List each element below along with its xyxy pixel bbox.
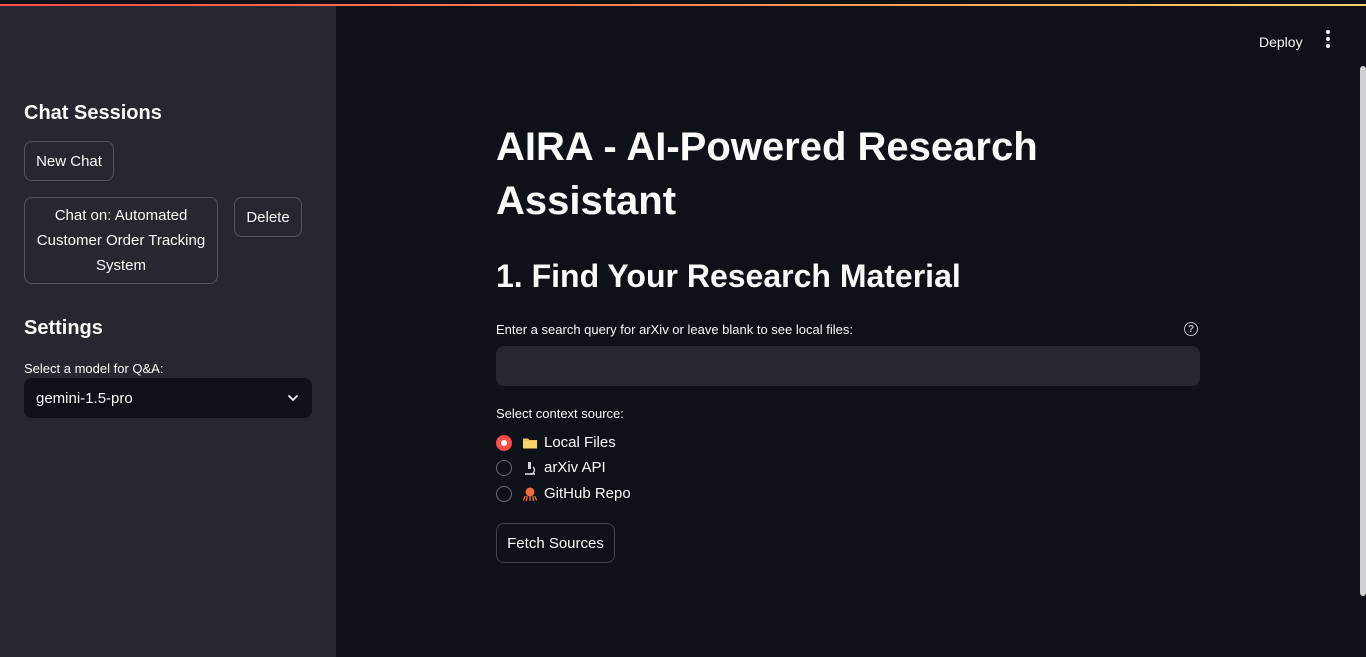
fetch-sources-button[interactable]: Fetch Sources [496, 523, 615, 563]
model-select[interactable]: gemini-1.5-pro [24, 378, 312, 418]
radio-button[interactable] [496, 485, 512, 502]
help-icon[interactable]: ? [1184, 322, 1198, 336]
radio-github-repo[interactable]: GitHub Repo [496, 485, 631, 502]
model-select-label: Select a model for Q&A: [24, 361, 164, 376]
chat-session-button[interactable]: Chat on: Automated Customer Order Tracki… [24, 197, 218, 284]
octopus-icon [522, 486, 538, 502]
radio-button[interactable] [496, 459, 512, 476]
search-label: Enter a search query for arXiv or leave … [496, 322, 853, 337]
delete-session-button[interactable]: Delete [234, 197, 302, 237]
radio-arxiv-api[interactable]: arXiv API [496, 459, 606, 476]
new-chat-button[interactable]: New Chat [24, 141, 114, 181]
radio-label: GitHub Repo [544, 485, 631, 502]
page-title: AIRA - AI-Powered Research Assistant [496, 125, 1038, 223]
section-heading: 1. Find Your Research Material [496, 258, 961, 294]
scrollbar[interactable] [1360, 66, 1366, 596]
folder-icon [522, 435, 538, 451]
radio-button-selected[interactable] [496, 434, 512, 451]
radio-label: Local Files [544, 434, 616, 451]
model-select-value: gemini-1.5-pro [36, 389, 133, 407]
radio-label: arXiv API [544, 459, 606, 476]
search-input[interactable] [496, 346, 1200, 386]
more-vertical-icon[interactable] [1325, 30, 1331, 48]
context-source-label: Select context source: [496, 406, 624, 421]
radio-local-files[interactable]: Local Files [496, 434, 616, 451]
microscope-icon [522, 460, 538, 476]
chevron-down-icon [288, 395, 298, 401]
chat-sessions-heading: Chat Sessions [24, 102, 162, 124]
settings-heading: Settings [24, 317, 103, 339]
deploy-button[interactable]: Deploy [1259, 34, 1303, 50]
